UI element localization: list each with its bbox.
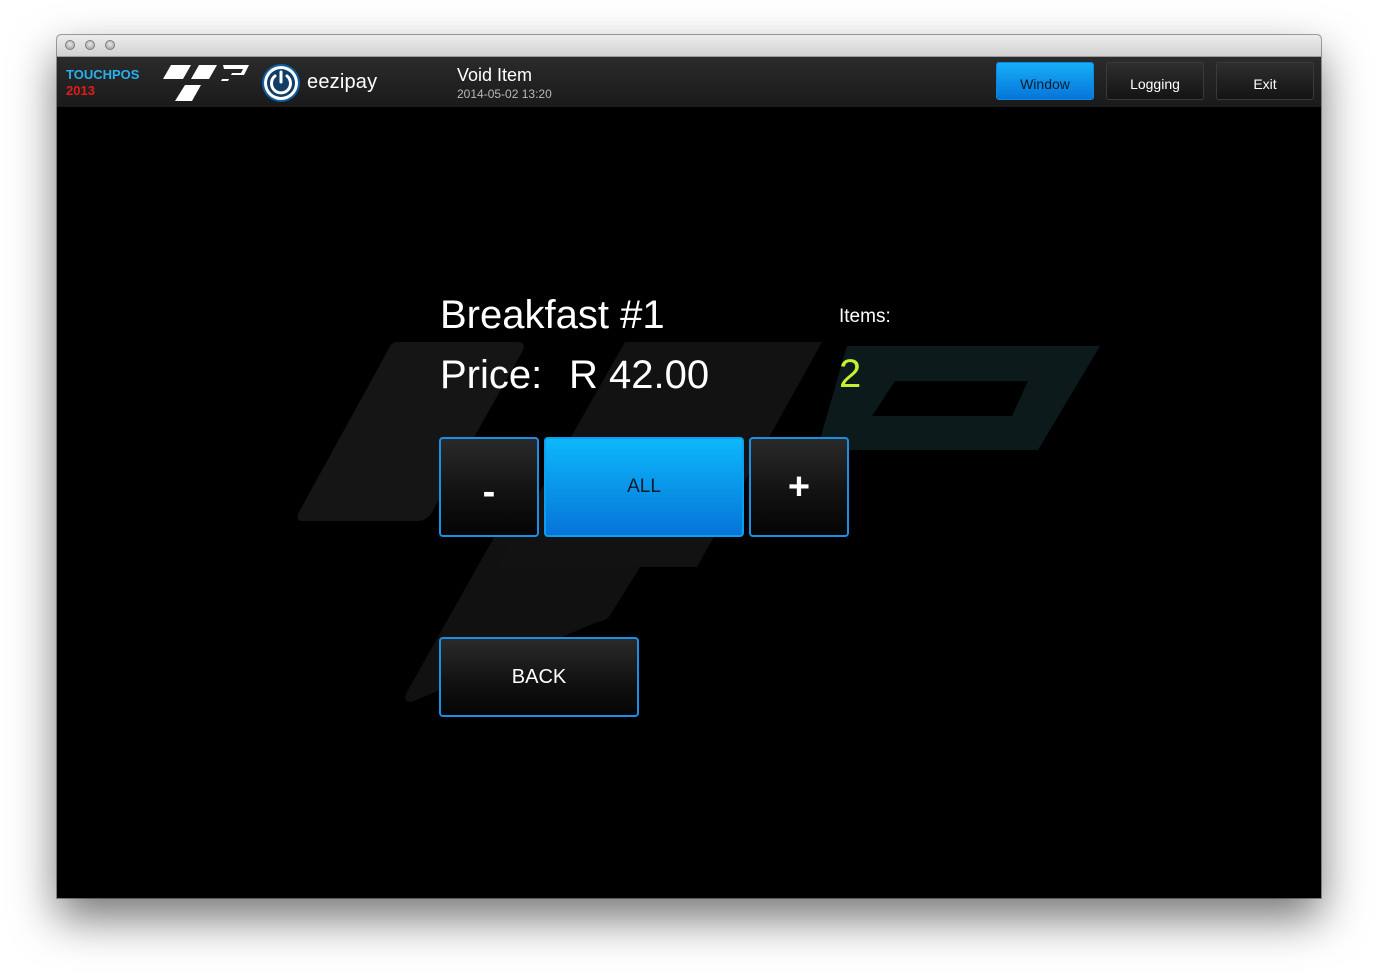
increase-quantity-button[interactable]: +: [749, 437, 849, 537]
power-icon: [262, 64, 300, 102]
items-count: 2: [839, 352, 862, 396]
brand-name-eezipay: eezipay: [307, 71, 378, 93]
void-all-button[interactable]: ALL: [544, 437, 744, 537]
app-window: TOUCHPOS 2013 eezipay Void Item 2014-05-…: [57, 35, 1321, 898]
zoom-window-button[interactable]: [105, 40, 115, 50]
minimize-window-button[interactable]: [85, 40, 95, 50]
window-button-label: Window: [1020, 76, 1070, 92]
price-label: Price:: [440, 353, 543, 397]
logging-button[interactable]: Logging: [1106, 62, 1204, 100]
tp-logo-icon: [163, 65, 249, 101]
exit-button-label: Exit: [1253, 76, 1277, 92]
brand-year: 2013: [66, 83, 95, 98]
increase-button-label: +: [787, 465, 811, 508]
exit-button[interactable]: Exit: [1216, 62, 1314, 100]
price-value: R 42.00: [569, 353, 710, 397]
back-button[interactable]: BACK: [439, 637, 639, 717]
logging-button-label: Logging: [1130, 76, 1180, 92]
app-header: TOUCHPOS 2013 eezipay Void Item 2014-05-…: [57, 57, 1321, 107]
product-name: Breakfast #1: [440, 293, 665, 337]
decrease-quantity-button[interactable]: -: [439, 437, 539, 537]
window-button[interactable]: Window: [996, 62, 1094, 100]
void-all-button-label: ALL: [627, 476, 661, 497]
brand-name-touchpos: TOUCHPOS: [66, 67, 140, 82]
page-timestamp: 2014-05-02 13:20: [457, 87, 552, 101]
items-label: Items:: [839, 306, 891, 327]
page-title: Void Item: [457, 65, 533, 85]
back-button-label: BACK: [511, 665, 567, 688]
window-titlebar: [57, 35, 1321, 57]
decrease-button-label: -: [482, 470, 496, 513]
close-window-button[interactable]: [65, 40, 75, 50]
